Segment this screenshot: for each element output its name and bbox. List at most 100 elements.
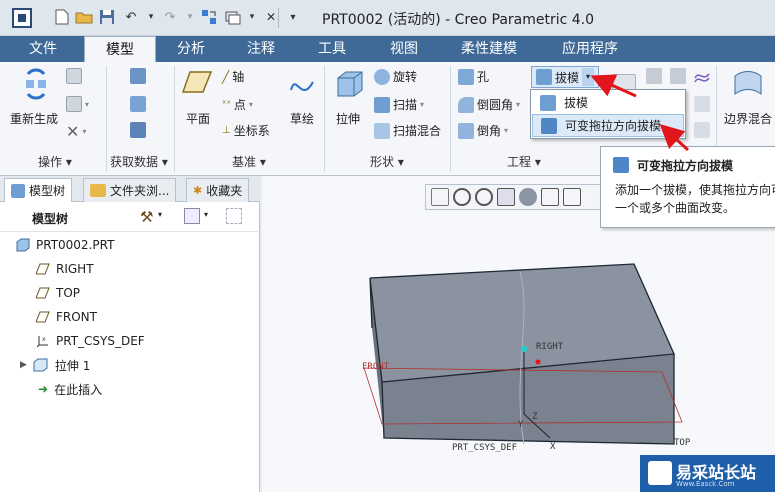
watermark-logo-icon <box>648 461 672 485</box>
tooltip-body: 添加一个拔模，使其拖拉方向可 一个或多个曲面改变。 <box>615 181 775 217</box>
tree-settings-dropdown-icon[interactable]: ▾ <box>158 210 162 219</box>
tree-item-right[interactable]: RIGHT <box>36 259 94 279</box>
draft-button[interactable]: 拔模 ▾ <box>531 66 600 88</box>
tree-filter-icon[interactable] <box>226 208 242 224</box>
axis-button[interactable]: ╱ 轴 <box>222 68 244 85</box>
tree-item-label: TOP <box>56 286 81 300</box>
project-icon[interactable] <box>694 68 710 84</box>
plane-button[interactable]: 平面 <box>186 110 210 127</box>
group-divider <box>106 66 107 172</box>
boundary-blend-icon[interactable] <box>732 68 764 98</box>
group-label-operations[interactable]: 操作 ▾ <box>38 153 72 170</box>
sketch-button[interactable]: 草绘 <box>290 110 314 127</box>
tab-model[interactable]: 模型 <box>84 36 156 62</box>
csys-point <box>535 359 541 365</box>
regenerate-icon[interactable] <box>20 68 52 100</box>
group-label-get-data[interactable]: 获取数据 ▾ <box>110 153 168 170</box>
extrude-button[interactable]: 拉伸 <box>336 110 360 127</box>
model-tree-title: 模型树 <box>32 212 69 226</box>
copy-icon[interactable] <box>66 68 82 84</box>
thicken-icon[interactable] <box>694 96 710 112</box>
menu-item-draft[interactable]: 拔模 <box>532 91 684 114</box>
menu-item-variable-pull-direction-draft[interactable]: 可变拖拉方向拔模 <box>532 114 684 137</box>
sweep-button[interactable]: 扫描 ▾ <box>374 96 424 113</box>
redo-dropdown-icon[interactable]: ▾ <box>180 7 200 27</box>
creo-app-icon[interactable] <box>12 8 32 28</box>
customize-toolbar-icon[interactable]: ▾ <box>283 7 303 27</box>
tree-item-front[interactable]: FRONT <box>36 307 97 327</box>
shrinkwrap-icon[interactable] <box>130 122 146 138</box>
sketch-icon[interactable] <box>288 70 316 98</box>
redo-icon[interactable]: ↷ <box>160 7 180 27</box>
axis-label-y: Y <box>518 420 524 430</box>
tree-item-extrude[interactable]: ▶ 拉伸 1 <box>20 355 90 375</box>
datum-label-csys: PRT_CSYS_DEF <box>452 443 518 453</box>
axis-label: 轴 <box>232 70 245 84</box>
tree-columns-icon[interactable] <box>184 208 200 224</box>
regenerate-small-icon[interactable] <box>199 7 219 27</box>
tree-item-top[interactable]: TOP <box>36 283 80 303</box>
tree-item-label: 在此插入 <box>54 382 103 397</box>
windows-icon[interactable] <box>223 7 243 27</box>
group-label-engineering[interactable]: 工程 ▾ <box>507 153 541 170</box>
tab-flexible-modeling[interactable]: 柔性建模 <box>440 36 538 62</box>
copy-geometry-icon[interactable] <box>130 96 146 112</box>
open-folder-icon[interactable] <box>74 7 94 27</box>
extrude-icon[interactable] <box>334 68 366 100</box>
boundary-blend-button[interactable]: 边界混合 <box>724 110 772 127</box>
undo-icon[interactable]: ↶ <box>121 7 141 27</box>
tree-item-insert-here[interactable]: ➜ 在此插入 <box>38 379 102 399</box>
windows-dropdown-icon[interactable]: ▾ <box>242 7 262 27</box>
revolve-button[interactable]: 旋转 <box>374 68 417 85</box>
point-button[interactable]: ˣˣ 点 ▾ <box>222 96 253 113</box>
round-button[interactable]: 倒圆角 ▾ <box>458 96 520 113</box>
chamfer-button[interactable]: 倒角 ▾ <box>458 122 508 139</box>
watermark-subtext: Www.Easck.Com <box>676 480 735 488</box>
tab-folder-browser[interactable]: 文件夹浏... <box>83 178 177 202</box>
group-label-shapes[interactable]: 形状 ▾ <box>370 153 404 170</box>
tab-model-tree[interactable]: 模型树 <box>4 178 73 202</box>
regenerate-button[interactable]: 重新生成 <box>10 110 58 127</box>
model-tree-icon <box>11 183 25 198</box>
feature-tooltip: 可变拖拉方向拔模 添加一个拔模，使其拖拉方向可 一个或多个曲面改变。 <box>600 146 775 228</box>
delete-icon[interactable]: ✕ ▾ <box>66 122 86 141</box>
tab-tools[interactable]: 工具 <box>296 36 368 62</box>
shell-icon[interactable] <box>612 74 636 90</box>
mirror-icon[interactable] <box>670 68 686 84</box>
expand-arrow-icon[interactable]: ▶ <box>20 360 27 370</box>
point-label: 点 <box>233 98 246 112</box>
group-label-datum[interactable]: 基准 ▾ <box>232 153 266 170</box>
undo-dropdown-icon[interactable]: ▾ <box>141 7 161 27</box>
draft-dropdown-arrow[interactable]: ▾ <box>582 68 595 86</box>
hole-button[interactable]: 孔 <box>458 68 489 85</box>
tree-columns-dropdown-icon[interactable]: ▾ <box>204 210 208 219</box>
model-tree-panel: 模型树 ⚒ ▾ ▾ PRT0002.PRT RIGHT TOP FRONT x … <box>0 202 260 492</box>
tab-analysis[interactable]: 分析 <box>156 36 226 62</box>
solidify-icon[interactable] <box>694 122 710 138</box>
tab-annotate[interactable]: 注释 <box>226 36 296 62</box>
axis-label-x: X <box>550 442 556 452</box>
tab-model-tree-label: 模型树 <box>29 184 66 198</box>
tab-view[interactable]: 视图 <box>368 36 440 62</box>
datum-plane-icon[interactable] <box>182 70 212 94</box>
tree-settings-icon[interactable]: ⚒ <box>140 208 153 226</box>
swept-blend-button[interactable]: 扫描混合 <box>374 122 441 139</box>
tab-favorites-label: 收藏夹 <box>206 184 243 198</box>
draft-icon <box>540 94 556 111</box>
user-defined-feature-icon[interactable] <box>130 68 146 84</box>
group-divider <box>174 66 175 172</box>
new-file-icon[interactable] <box>52 7 72 27</box>
tree-item-part[interactable]: PRT0002.PRT <box>16 235 114 255</box>
save-icon[interactable] <box>97 7 117 27</box>
paste-icon[interactable]: ▾ <box>66 96 89 112</box>
tab-favorites[interactable]: ✱ 收藏夹 <box>186 178 250 202</box>
pattern-icon[interactable] <box>646 68 662 84</box>
tree-item-csys[interactable]: x PRT_CSYS_DEF <box>36 331 145 351</box>
insert-here-arrow-icon: ➜ <box>38 382 49 396</box>
tab-file[interactable]: 文件 <box>6 36 80 62</box>
revolve-label: 旋转 <box>393 70 418 84</box>
csys-button[interactable]: ⊥ 坐标系 <box>222 122 270 139</box>
tree-item-label: 拉伸 1 <box>54 358 91 373</box>
csys-label: 坐标系 <box>233 124 270 138</box>
tab-applications[interactable]: 应用程序 <box>540 36 640 62</box>
